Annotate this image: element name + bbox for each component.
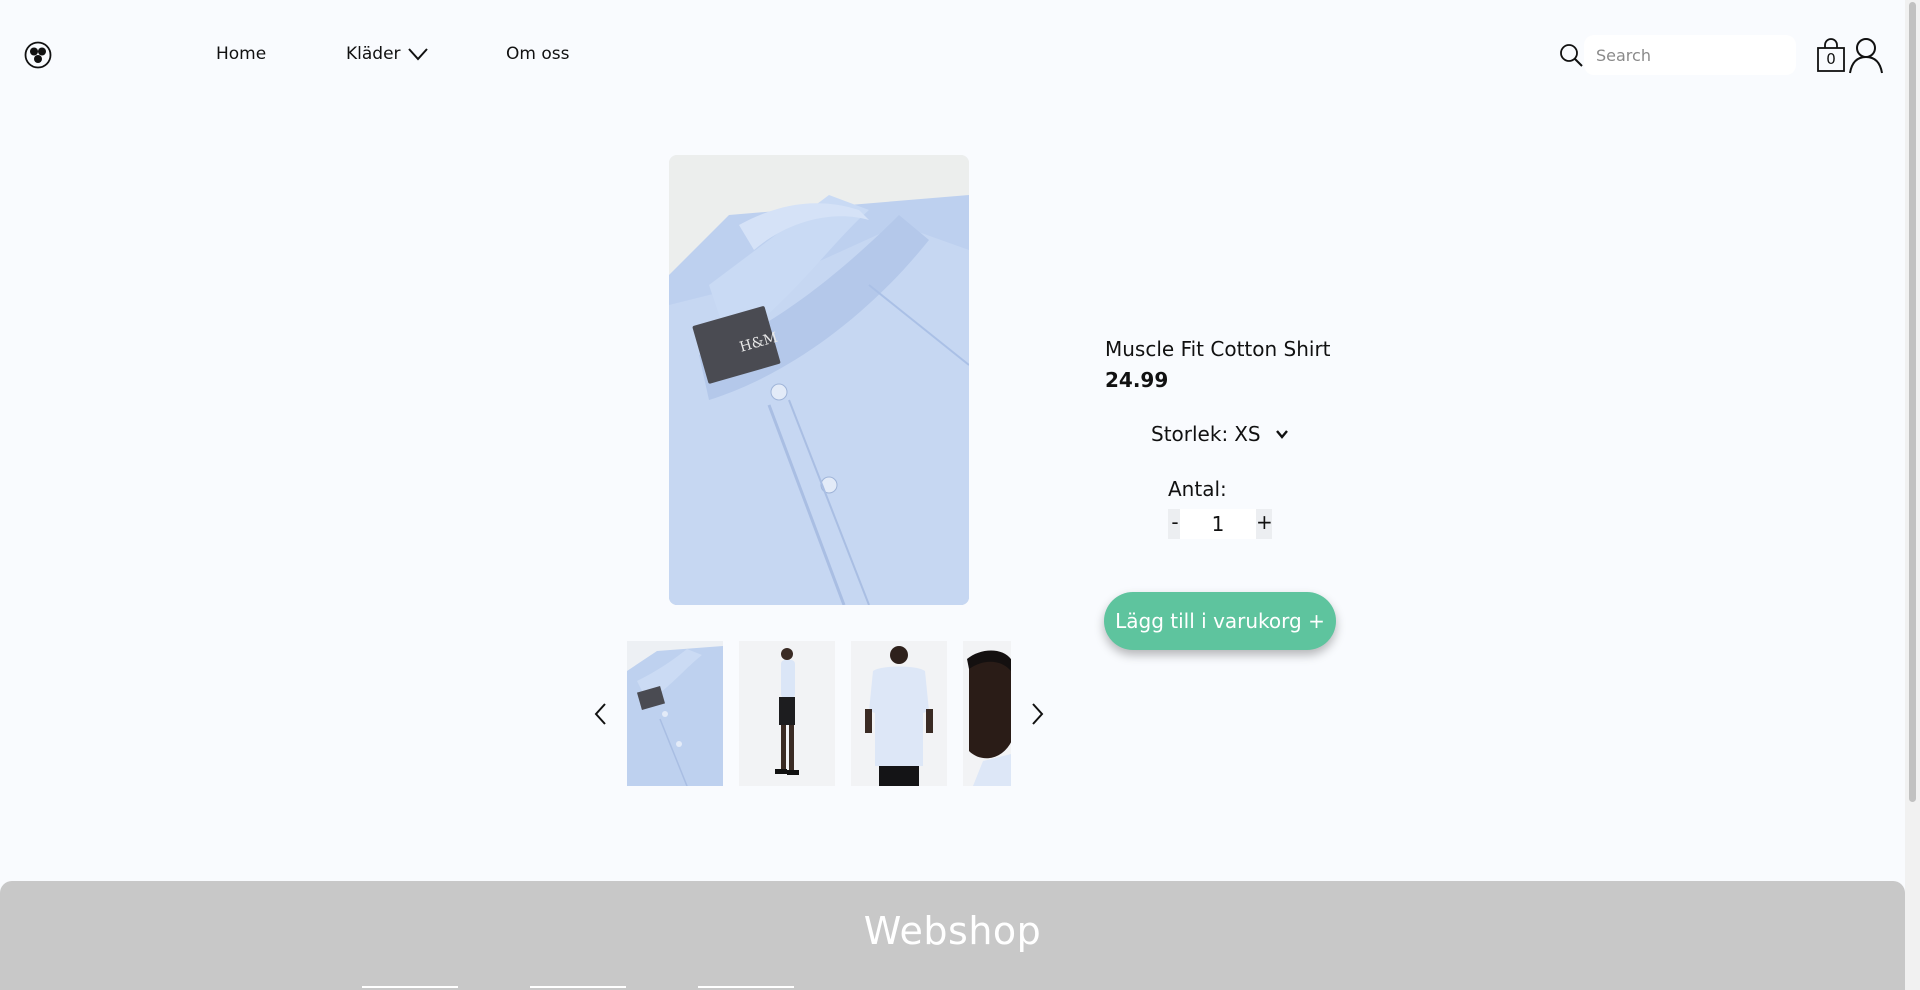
site-footer: Webshop — [0, 881, 1905, 990]
thumbnail-strip — [627, 641, 1011, 786]
nav-about-label: Om oss — [506, 44, 570, 64]
shirt-collar-photo: H&M — [669, 155, 969, 605]
quantity-input[interactable]: 1 — [1180, 509, 1256, 539]
nav-about-link[interactable]: Om oss — [506, 42, 569, 66]
cart-button[interactable]: 0 — [1816, 37, 1846, 73]
quantity-label: Antal: — [1168, 477, 1227, 501]
scrollbar-thumb[interactable] — [1909, 2, 1916, 802]
size-selector[interactable]: Storlek: XS — [1151, 422, 1291, 446]
footer-link[interactable] — [698, 986, 794, 988]
product-main-image: H&M — [669, 155, 969, 605]
user-account-icon[interactable] — [1848, 36, 1884, 74]
thumbnail-prev-arrow-icon[interactable] — [589, 700, 613, 728]
thumbnail-next-arrow-icon[interactable] — [1025, 700, 1049, 728]
site-header: Home Kläder Om oss 0 — [0, 0, 1905, 108]
thumbnail-model-side[interactable] — [739, 641, 835, 786]
trefoil-logo-icon[interactable] — [24, 41, 52, 69]
chevron-down-icon — [407, 48, 428, 61]
quantity-stepper: - 1 + — [1168, 509, 1273, 539]
footer-title: Webshop — [863, 909, 1042, 953]
chevron-down-icon[interactable] — [1273, 425, 1291, 443]
product-title: Muscle Fit Cotton Shirt — [1105, 337, 1331, 361]
add-to-cart-button[interactable]: Lägg till i varukorg + — [1104, 592, 1336, 650]
footer-link[interactable] — [530, 986, 626, 988]
nav-home-label: Home — [216, 44, 267, 64]
footer-link[interactable] — [362, 986, 458, 988]
search-icon[interactable] — [1558, 42, 1584, 68]
thumbnail-model-face[interactable] — [963, 641, 1011, 786]
nav-home-link[interactable]: Home — [216, 42, 266, 66]
search-input[interactable] — [1584, 35, 1796, 75]
cart-count-badge: 0 — [1826, 50, 1836, 68]
thumbnail-collar-detail[interactable] — [627, 641, 723, 786]
size-value: XS — [1234, 422, 1261, 446]
size-label: Storlek: — [1151, 422, 1229, 446]
nav-clothes-dropdown[interactable]: Kläder — [346, 42, 429, 66]
thumbnail-model-back[interactable] — [851, 641, 947, 786]
quantity-increase-button[interactable]: + — [1256, 509, 1273, 539]
nav-clothes-label: Kläder — [346, 44, 401, 64]
product-price: 24.99 — [1105, 368, 1169, 392]
